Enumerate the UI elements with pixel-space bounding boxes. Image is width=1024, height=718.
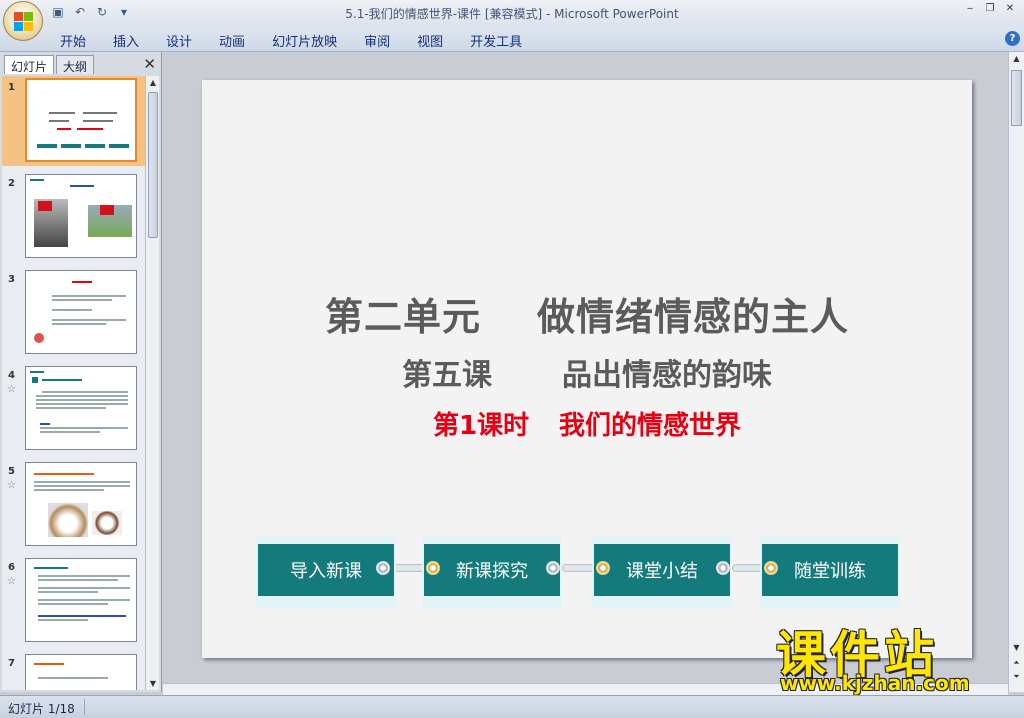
slide-thumbnail-2[interactable]: 2 [2, 172, 145, 262]
slide-canvas: 第二单元 做情绪情感的主人 第五课 品出情感的韵味 第1课时 我们的情感世界 导入新课… [163, 52, 1008, 692]
slide-period: 第1课时 我们的情感世界 [202, 405, 972, 442]
unit-title: 做情绪情感的主人 [537, 295, 850, 339]
close-icon[interactable]: ✕ [1002, 2, 1018, 16]
thumbnail-preview [25, 462, 137, 546]
slide-thumbnail-6[interactable]: 6 ☆ [2, 556, 145, 646]
tab-outline[interactable]: 大纲 [56, 55, 95, 74]
tab-slideshow[interactable]: 幻灯片放映 [272, 31, 337, 50]
thumbnail-number: 1 [8, 82, 15, 93]
slide-scrollbar[interactable]: ▲ ▼ ⏶ ⏷ [1008, 52, 1024, 692]
window-title: 5.1-我们的情感世界-课件 [兼容模式] - Microsoft PowerP… [345, 7, 679, 21]
watermark-url: www.kjzhan.com [780, 671, 970, 695]
nav-label: 随堂训练 [762, 544, 898, 596]
nav-button-summary[interactable]: 课堂小结 [592, 536, 732, 608]
window-controls: ‒ ❐ ✕ [962, 2, 1018, 16]
tab-home[interactable]: 开始 [60, 31, 86, 50]
scroll-up-icon[interactable]: ▲ [1011, 54, 1022, 63]
tab-design[interactable]: 设计 [166, 31, 192, 50]
office-button[interactable] [3, 1, 43, 41]
title-bar: ▣ ↶ ↻ ▾ 5.1-我们的情感世界-课件 [兼容模式] - Microsof… [0, 0, 1024, 41]
status-bar: 幻灯片 1/18 [0, 695, 1024, 718]
lesson-title: 品出情感的韵味 [562, 358, 772, 393]
slide-thumbnail-5[interactable]: 5 ☆ [2, 460, 145, 550]
unit-label: 第二单元 [324, 295, 481, 339]
nav-button-explore[interactable]: 新课探究 [422, 536, 562, 608]
connector-knob-icon [596, 561, 610, 575]
minimize-icon[interactable]: ‒ [962, 2, 978, 16]
thumbnail-preview [25, 78, 137, 162]
nav-button-intro[interactable]: 导入新课 [256, 536, 396, 608]
tab-slides[interactable]: 幻灯片 [4, 55, 55, 74]
connector-knob-icon [426, 561, 440, 575]
watermark-logo: 课件站 www.kjzhan.com [772, 615, 1012, 695]
tab-insert[interactable]: 插入 [113, 31, 139, 50]
connector-knob-icon [716, 561, 730, 575]
thumbnail-number: 7 [8, 658, 15, 669]
thumbnail-number: 3 [8, 274, 15, 285]
status-divider [84, 699, 85, 715]
slide-title: 第二单元 做情绪情感的主人 [202, 286, 972, 341]
slide-thumbnail-7[interactable]: 7 [2, 652, 145, 690]
animation-star-icon: ☆ [7, 576, 16, 587]
slide-subtitle: 第五课 品出情感的韵味 [202, 350, 972, 394]
period-label: 第1课时 [432, 411, 530, 441]
thumbnail-preview [25, 654, 137, 690]
slide-indicator: 幻灯片 1/18 [8, 702, 75, 716]
scrollbar-thumb[interactable] [148, 92, 158, 238]
thumbnail-number: 6 [8, 562, 15, 573]
restore-icon[interactable]: ❐ [982, 2, 998, 16]
connector-knob-icon [546, 561, 560, 575]
scrollbar-thumb[interactable] [1011, 70, 1022, 126]
thumbnail-preview [25, 366, 137, 450]
thumbnail-preview [25, 174, 137, 258]
thumbnail-list: 1 2 3 4 ☆ 5 ☆ 6 ☆ 7 [2, 76, 145, 690]
animation-star-icon: ☆ [7, 480, 16, 491]
office-logo-icon [14, 12, 34, 32]
nav-label: 课堂小结 [594, 544, 730, 596]
thumbnail-number: 5 [8, 466, 15, 477]
nav-label: 导入新课 [258, 544, 394, 596]
ribbon: 开始 插入 设计 动画 幻灯片放映 审阅 视图 开发工具 ? [0, 26, 1024, 52]
thumbnail-preview [25, 270, 137, 354]
tab-view[interactable]: 视图 [417, 31, 443, 50]
help-icon[interactable]: ? [1005, 31, 1020, 46]
thumbnail-preview [25, 558, 137, 642]
scroll-down-icon[interactable]: ▼ [1011, 643, 1022, 652]
slide-thumbnail-4[interactable]: 4 ☆ [2, 364, 145, 454]
lesson-number: 第五课 [402, 358, 492, 393]
previous-slide-icon[interactable]: ⏶ [1011, 658, 1022, 668]
slides-pane: 幻灯片 大纲 ✕ 1 2 3 4 ☆ 5 ☆ 6 ☆ 7 ▲ ▼ [0, 52, 162, 692]
animation-star-icon: ☆ [7, 384, 16, 395]
scroll-down-icon[interactable]: ▼ [148, 679, 158, 688]
thumbnail-scrollbar[interactable]: ▲ ▼ [145, 76, 159, 690]
next-slide-icon[interactable]: ⏷ [1011, 672, 1022, 682]
tab-animations[interactable]: 动画 [219, 31, 245, 50]
pane-close-icon[interactable]: ✕ [143, 55, 156, 73]
nav-label: 新课探究 [424, 544, 560, 596]
current-slide[interactable]: 第二单元 做情绪情感的主人 第五课 品出情感的韵味 第1课时 我们的情感世界 导入新课… [202, 80, 972, 658]
period-title: 我们的情感世界 [559, 411, 742, 441]
connector-knob-icon [764, 561, 778, 575]
nav-button-practice[interactable]: 随堂训练 [760, 536, 900, 608]
ribbon-tabs: 开始 插入 设计 动画 幻灯片放映 审阅 视图 开发工具 [60, 31, 549, 50]
thumbnail-number: 4 [8, 370, 15, 381]
pane-tabs: 幻灯片 大纲 ✕ [2, 54, 160, 74]
scroll-up-icon[interactable]: ▲ [148, 78, 158, 87]
tab-review[interactable]: 审阅 [364, 31, 390, 50]
tab-developer[interactable]: 开发工具 [470, 31, 522, 50]
slide-thumbnail-1[interactable]: 1 [2, 76, 145, 166]
thumbnail-number: 2 [8, 178, 15, 189]
slide-thumbnail-3[interactable]: 3 [2, 268, 145, 358]
connector-knob-icon [376, 561, 390, 575]
